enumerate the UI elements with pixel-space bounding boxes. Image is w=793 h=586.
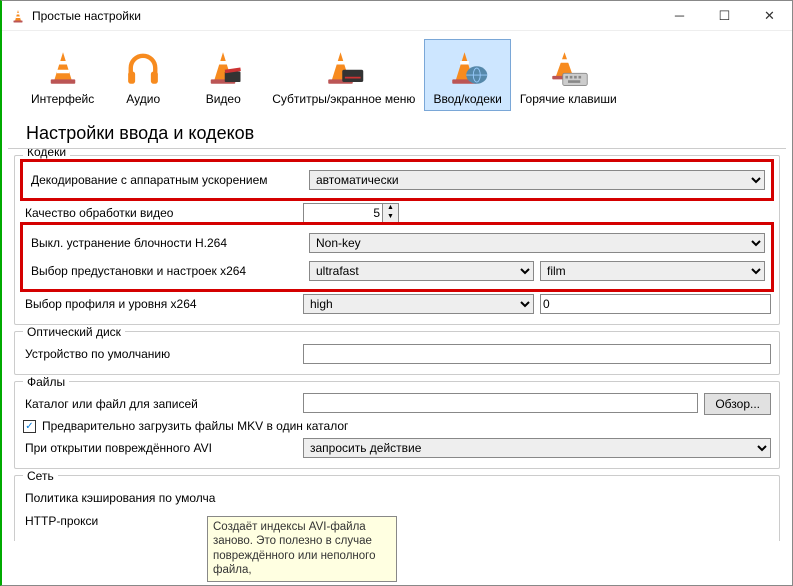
x264-profile-label: Выбор профиля и уровня x264 <box>23 297 303 311</box>
headphones-icon <box>119 44 167 92</box>
group-codecs-title: Кодеки <box>23 149 70 159</box>
record-path-label: Каталог или файл для записей <box>23 397 303 411</box>
x264-level-input[interactable] <box>540 294 771 314</box>
maximize-button[interactable]: ☐ <box>702 1 747 31</box>
http-proxy-label: HTTP-прокси <box>23 514 223 528</box>
keyboard-icon <box>544 44 592 92</box>
broken-avi-label: При открытии повреждённого AVI <box>23 441 303 455</box>
x264-tune-select[interactable]: film <box>540 261 765 281</box>
record-path-input[interactable] <box>303 393 698 413</box>
spin-down-icon[interactable]: ▼ <box>383 213 398 222</box>
close-button[interactable]: ✕ <box>747 1 792 31</box>
broken-avi-select[interactable]: запросить действие <box>303 438 771 458</box>
tab-hotkeys[interactable]: Горячие клавиши <box>511 39 626 111</box>
h264-skip-select[interactable]: Non-key <box>309 233 765 253</box>
input-icon <box>444 44 492 92</box>
hwdecode-select[interactable]: автоматически <box>309 170 765 190</box>
category-toolbar: Интерфейс Аудио Видео Субтитры/экранное … <box>2 31 792 115</box>
cone-icon <box>39 44 87 92</box>
group-network-title: Сеть <box>23 469 58 483</box>
tab-video[interactable]: Видео <box>183 39 263 111</box>
clapboard-icon <box>199 44 247 92</box>
tooltip: Создаёт индексы AVI-файла заново. Это по… <box>207 516 397 582</box>
hwdecode-label: Декодирование с аппаратным ускорением <box>29 173 309 187</box>
tab-interface[interactable]: Интерфейс <box>22 39 103 111</box>
minimize-button[interactable]: ─ <box>657 1 702 31</box>
browse-button[interactable]: Обзор... <box>704 393 771 415</box>
default-device-input[interactable] <box>303 344 771 364</box>
checkmark-icon: ✓ <box>23 420 36 433</box>
video-quality-label: Качество обработки видео <box>23 206 303 220</box>
default-device-label: Устройство по умолчанию <box>23 347 303 361</box>
page-title: Настройки ввода и кодеков <box>8 115 786 149</box>
highlight-box-2: Выкл. устранение блочности H.264 Non-key… <box>23 225 771 289</box>
x264-preset-select[interactable]: ultrafast <box>309 261 534 281</box>
app-icon <box>10 8 26 24</box>
h264-skip-label: Выкл. устранение блочности H.264 <box>29 236 309 250</box>
x264-profile-select[interactable]: high <box>303 294 534 314</box>
video-quality-value[interactable] <box>303 203 383 223</box>
titlebar: Простые настройки ─ ☐ ✕ <box>2 1 792 31</box>
cache-policy-label: Политика кэширования по умолча <box>23 491 223 505</box>
spin-up-icon[interactable]: ▲ <box>383 204 398 213</box>
group-files-title: Файлы <box>23 375 69 389</box>
group-disc-title: Оптический диск <box>23 325 125 339</box>
tab-subtitles[interactable]: Субтитры/экранное меню <box>263 39 424 111</box>
video-quality-spinbox[interactable]: ▲▼ <box>303 203 403 223</box>
tab-audio[interactable]: Аудио <box>103 39 183 111</box>
window-title: Простые настройки <box>32 9 657 23</box>
tab-input-codecs[interactable]: Ввод/кодеки <box>424 39 510 111</box>
mkv-preload-checkbox[interactable]: ✓ Предварительно загрузить файлы MKV в о… <box>23 419 771 433</box>
subtitle-icon <box>320 44 368 92</box>
mkv-preload-label: Предварительно загрузить файлы MKV в оди… <box>42 419 348 433</box>
highlight-box-1: Декодирование с аппаратным ускорением ав… <box>23 162 771 198</box>
x264-preset-label: Выбор предустановки и настроек x264 <box>29 264 309 278</box>
